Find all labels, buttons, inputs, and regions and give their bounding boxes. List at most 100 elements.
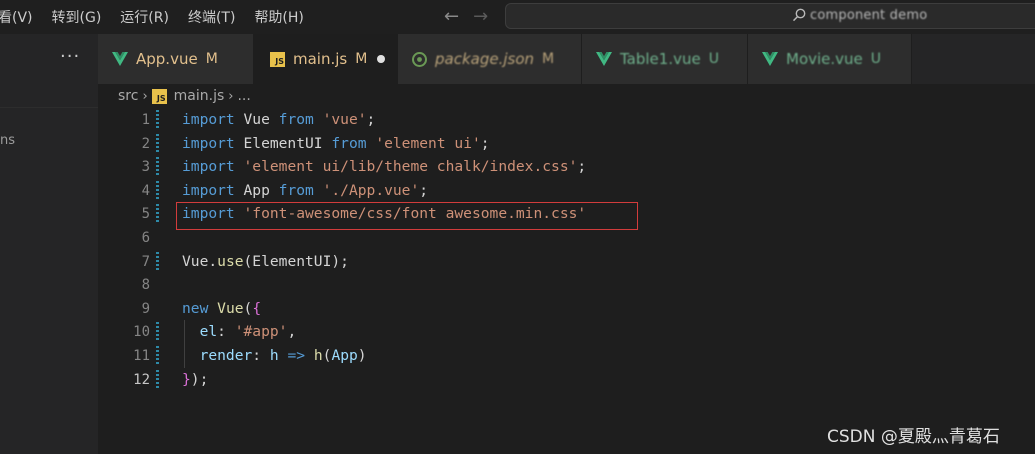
code-line[interactable]: 8 <box>98 273 1035 297</box>
code-token: ElementUI <box>234 134 332 152</box>
code-token: new <box>182 299 209 317</box>
line-number: 3 <box>141 159 150 176</box>
code-token: import <box>182 111 235 128</box>
js-icon: JS <box>270 51 285 67</box>
git-change-marker[interactable] <box>156 180 159 201</box>
code-line[interactable]: 9 new Vue({ <box>98 297 1035 321</box>
code-token: from <box>331 134 367 152</box>
code-token: App <box>331 347 358 364</box>
code-token: ( <box>243 299 253 317</box>
watermark: CSDN @夏殿灬青葛石 <box>827 427 1000 447</box>
git-change-marker[interactable] <box>156 251 159 272</box>
git-change-marker[interactable] <box>156 204 159 225</box>
search-icon <box>792 8 806 22</box>
line-number: 12 <box>133 371 150 388</box>
forward-arrow-icon[interactable]: → <box>473 7 488 27</box>
git-change-marker[interactable] <box>156 133 159 154</box>
git-change-marker[interactable] <box>156 346 159 366</box>
code-line[interactable]: 5 import 'font-awesome/css/font awesome.m… <box>98 202 1035 226</box>
breadcrumb: src › JS main.js › ... <box>118 86 251 106</box>
tab-label: Table1.vue <box>620 50 701 68</box>
code-line[interactable]: 3 import 'element ui/lib/theme chalk/inde… <box>98 155 1035 179</box>
code-text: new Vue({ <box>182 297 261 321</box>
sidebar-section-label[interactable]: ns <box>0 133 15 148</box>
code-line[interactable]: 11 render: h => h(App) <box>98 344 1035 368</box>
code-line[interactable]: 4 import App from './App.vue'; <box>98 179 1035 203</box>
code-token: ; <box>480 134 490 152</box>
menu-view[interactable]: 看(V) <box>0 7 33 27</box>
breadcrumb-tail[interactable]: ... <box>237 88 250 104</box>
code-token: => <box>287 347 306 364</box>
git-change-marker[interactable] <box>156 369 159 390</box>
code-line[interactable]: 1 import Vue from 'vue'; <box>98 108 1035 132</box>
tab-status: M <box>542 51 555 67</box>
code-text: Vue.use(ElementUI); <box>182 250 349 274</box>
git-change-marker[interactable] <box>156 110 159 130</box>
tab-status: M <box>355 51 368 67</box>
code-token: } <box>182 370 191 388</box>
tab-label: main.js <box>293 50 348 68</box>
tab-package-json[interactable]: package.json M <box>398 34 582 84</box>
navigation-arrows: ← → <box>444 5 488 29</box>
code-line[interactable]: 12}); <box>98 368 1035 392</box>
json-icon <box>412 51 427 67</box>
code-token: import <box>182 205 235 223</box>
back-arrow-icon[interactable]: ← <box>444 7 459 27</box>
code-text: import Vue from 'vue'; <box>182 108 375 132</box>
code-token: h <box>269 347 279 364</box>
sidebar-divider <box>0 107 98 108</box>
unsaved-dot-icon[interactable] <box>377 55 385 63</box>
code-text: }); <box>182 368 208 392</box>
code-line[interactable]: 2 import ElementUI from 'element ui'; <box>98 132 1035 156</box>
editor-tabs: App.vue M JS main.js M package.json M Ta… <box>98 34 1035 84</box>
chevron-right-icon: › <box>142 88 148 104</box>
code-token: from <box>278 111 314 128</box>
tab-app-vue[interactable]: App.vue M <box>98 34 254 84</box>
menu-go[interactable]: 转到(G) <box>52 7 102 27</box>
code-line[interactable]: 10 el: '#app', <box>98 320 1035 345</box>
more-actions-icon[interactable]: ··· <box>60 46 80 67</box>
code-token: import <box>182 134 235 152</box>
line-number: 1 <box>141 112 150 128</box>
menu-run[interactable]: 运行(R) <box>120 7 169 27</box>
code-line[interactable]: 7 Vue.use(ElementUI); <box>98 250 1035 274</box>
line-number: 8 <box>141 277 150 294</box>
git-change-marker[interactable] <box>156 157 159 178</box>
tab-movie-vue[interactable]: Movie.vue U <box>748 34 912 84</box>
code-text: import ElementUI from 'element ui'; <box>182 132 490 156</box>
code-editor[interactable]: 1 import Vue from 'vue'; 2 import ElementUI… <box>98 108 1035 454</box>
line-number: 9 <box>141 300 150 317</box>
code-token: App <box>234 181 279 199</box>
code-token: import <box>182 181 235 199</box>
line-number: 6 <box>141 230 150 246</box>
code-token: h <box>313 347 323 364</box>
line-number: 7 <box>141 253 150 270</box>
menu-terminal[interactable]: 终端(T) <box>188 7 235 27</box>
tab-table1-vue[interactable]: Table1.vue U <box>582 34 748 84</box>
breadcrumb-file[interactable]: main.js <box>174 88 225 104</box>
line-number: 5 <box>141 206 150 223</box>
code-token: './App.vue' <box>322 181 420 199</box>
code-line[interactable]: 6 <box>98 226 1035 250</box>
tab-status: U <box>708 51 719 67</box>
vue-icon <box>596 52 612 66</box>
command-center-search[interactable]: component demo <box>505 3 1035 29</box>
code-text: import 'font-awesome/css/font awesome.mi… <box>182 202 586 226</box>
line-number: 4 <box>141 182 150 199</box>
menu-help[interactable]: 帮助(H) <box>254 7 303 27</box>
code-token: ); <box>190 370 209 388</box>
git-change-marker[interactable] <box>156 322 159 343</box>
code-token: el <box>199 323 218 341</box>
line-number: 11 <box>133 348 150 364</box>
js-icon: JS <box>151 88 167 104</box>
code-token: '#app' <box>234 323 288 341</box>
code-token: Vue <box>217 299 244 317</box>
breadcrumb-folder[interactable]: src <box>118 88 138 104</box>
code-text: import App from './App.vue'; <box>182 179 428 203</box>
tab-main-js[interactable]: JS main.js M <box>254 34 398 84</box>
